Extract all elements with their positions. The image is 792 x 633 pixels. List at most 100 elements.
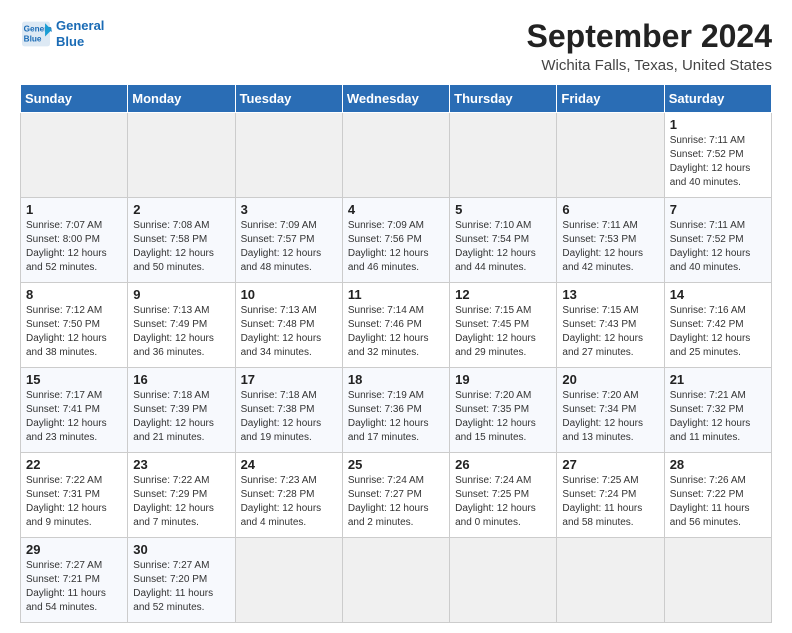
calendar-cell: 4Sunrise: 7:09 AM Sunset: 7:56 PM Daylig…	[342, 198, 449, 283]
calendar-cell	[235, 113, 342, 198]
day-info: Sunrise: 7:09 AM Sunset: 7:57 PM Dayligh…	[241, 219, 337, 275]
day-info: Sunrise: 7:26 AM Sunset: 7:22 PM Dayligh…	[670, 474, 766, 530]
day-number: 19	[455, 372, 551, 387]
day-info: Sunrise: 7:19 AM Sunset: 7:36 PM Dayligh…	[348, 389, 444, 445]
calendar-cell: 24 Sunrise: 7:23 AM Sunset: 7:28 PM Dayli…	[235, 453, 342, 538]
calendar-cell: 3 Sunrise: 7:09 AM Sunset: 7:57 PM Daylig…	[235, 198, 342, 283]
calendar-cell: 22 Sunrise: 7:22 AM Sunset: 7:31 PM Dayli…	[21, 453, 128, 538]
day-info: Sunrise: 7:07 AM Sunset: 8:00 PM Dayligh…	[26, 219, 122, 275]
calendar-cell	[664, 538, 771, 623]
day-number: 1	[670, 117, 766, 132]
day-number: 27	[562, 457, 658, 472]
day-number: 22	[26, 457, 122, 472]
day-number: 4	[348, 202, 444, 217]
calendar-cell: 15Sunrise: 7:17 AM Sunset: 7:41 PM Dayli…	[21, 368, 128, 453]
logo-line1: General	[56, 18, 104, 33]
calendar-cell: 23 Sunrise: 7:22 AM Sunset: 7:29 PM Dayli…	[128, 453, 235, 538]
day-number: 3	[241, 202, 337, 217]
location-title: Wichita Falls, Texas, United States	[527, 57, 772, 74]
day-number: 14	[670, 287, 766, 302]
month-title: September 2024	[527, 18, 772, 55]
day-info: Sunrise: 7:18 AM Sunset: 7:38 PM Dayligh…	[241, 389, 337, 445]
calendar-cell	[21, 113, 128, 198]
calendar-header-row: SundayMondayTuesdayWednesdayThursdayFrid…	[21, 85, 772, 113]
day-info: Sunrise: 7:24 AM Sunset: 7:25 PM Dayligh…	[455, 474, 551, 530]
day-number: 2	[133, 202, 229, 217]
day-info: Sunrise: 7:20 AM Sunset: 7:34 PM Dayligh…	[562, 389, 658, 445]
day-number: 28	[670, 457, 766, 472]
calendar-cell: 30 Sunrise: 7:27 AM Sunset: 7:20 PM Dayli…	[128, 538, 235, 623]
day-number: 16	[133, 372, 229, 387]
day-number: 21	[670, 372, 766, 387]
calendar-header-monday: Monday	[128, 85, 235, 113]
day-info: Sunrise: 7:13 AM Sunset: 7:48 PM Dayligh…	[241, 304, 337, 360]
calendar-cell: 20 Sunrise: 7:20 AM Sunset: 7:34 PM Dayli…	[557, 368, 664, 453]
calendar-header-friday: Friday	[557, 85, 664, 113]
calendar-week-row: 8 Sunrise: 7:12 AM Sunset: 7:50 PM Daylig…	[21, 283, 772, 368]
day-info: Sunrise: 7:22 AM Sunset: 7:31 PM Dayligh…	[26, 474, 122, 530]
calendar-cell: 26Sunrise: 7:24 AM Sunset: 7:25 PM Dayli…	[450, 453, 557, 538]
day-info: Sunrise: 7:11 AM Sunset: 7:53 PM Dayligh…	[562, 219, 658, 275]
logo-line2: Blue	[56, 34, 84, 49]
day-info: Sunrise: 7:12 AM Sunset: 7:50 PM Dayligh…	[26, 304, 122, 360]
day-number: 18	[348, 372, 444, 387]
calendar-cell: 11Sunrise: 7:14 AM Sunset: 7:46 PM Dayli…	[342, 283, 449, 368]
day-number: 15	[26, 372, 122, 387]
calendar-week-row: 15Sunrise: 7:17 AM Sunset: 7:41 PM Dayli…	[21, 368, 772, 453]
day-number: 29	[26, 542, 122, 557]
calendar-cell	[450, 538, 557, 623]
day-number: 23	[133, 457, 229, 472]
header: General Blue General Blue September 2024…	[20, 18, 772, 74]
day-number: 6	[562, 202, 658, 217]
calendar-cell: 27 Sunrise: 7:25 AM Sunset: 7:24 PM Dayli…	[557, 453, 664, 538]
calendar-cell	[450, 113, 557, 198]
day-number: 24	[241, 457, 337, 472]
calendar-table: SundayMondayTuesdayWednesdayThursdayFrid…	[20, 84, 772, 623]
calendar-header-tuesday: Tuesday	[235, 85, 342, 113]
day-number: 11	[348, 287, 444, 302]
day-number: 25	[348, 457, 444, 472]
day-info: Sunrise: 7:13 AM Sunset: 7:49 PM Dayligh…	[133, 304, 229, 360]
calendar-header-thursday: Thursday	[450, 85, 557, 113]
day-info: Sunrise: 7:23 AM Sunset: 7:28 PM Dayligh…	[241, 474, 337, 530]
calendar-cell: 13Sunrise: 7:15 AM Sunset: 7:43 PM Dayli…	[557, 283, 664, 368]
calendar-cell: 14 Sunrise: 7:16 AM Sunset: 7:42 PM Dayli…	[664, 283, 771, 368]
day-number: 30	[133, 542, 229, 557]
calendar-cell	[128, 113, 235, 198]
calendar-cell: 16Sunrise: 7:18 AM Sunset: 7:39 PM Dayli…	[128, 368, 235, 453]
day-number: 9	[133, 287, 229, 302]
calendar-cell	[557, 538, 664, 623]
calendar-cell: 12Sunrise: 7:15 AM Sunset: 7:45 PM Dayli…	[450, 283, 557, 368]
calendar-cell: 8 Sunrise: 7:12 AM Sunset: 7:50 PM Daylig…	[21, 283, 128, 368]
day-number: 1	[26, 202, 122, 217]
calendar-cell: 1 Sunrise: 7:11 AM Sunset: 7:52 PM Daylig…	[664, 113, 771, 198]
calendar-week-row: 1 Sunrise: 7:07 AM Sunset: 8:00 PM Daylig…	[21, 198, 772, 283]
day-number: 10	[241, 287, 337, 302]
calendar-cell: 5 Sunrise: 7:10 AM Sunset: 7:54 PM Daylig…	[450, 198, 557, 283]
day-number: 13	[562, 287, 658, 302]
day-number: 5	[455, 202, 551, 217]
calendar-cell	[557, 113, 664, 198]
day-info: Sunrise: 7:16 AM Sunset: 7:42 PM Dayligh…	[670, 304, 766, 360]
day-number: 8	[26, 287, 122, 302]
title-block: September 2024 Wichita Falls, Texas, Uni…	[527, 18, 772, 74]
day-number: 20	[562, 372, 658, 387]
calendar-cell: 19 Sunrise: 7:20 AM Sunset: 7:35 PM Dayli…	[450, 368, 557, 453]
day-info: Sunrise: 7:27 AM Sunset: 7:20 PM Dayligh…	[133, 559, 229, 615]
calendar-cell: 10 Sunrise: 7:13 AM Sunset: 7:48 PM Dayli…	[235, 283, 342, 368]
day-number: 7	[670, 202, 766, 217]
day-info: Sunrise: 7:10 AM Sunset: 7:54 PM Dayligh…	[455, 219, 551, 275]
day-info: Sunrise: 7:21 AM Sunset: 7:32 PM Dayligh…	[670, 389, 766, 445]
calendar-cell: 17Sunrise: 7:18 AM Sunset: 7:38 PM Dayli…	[235, 368, 342, 453]
day-info: Sunrise: 7:08 AM Sunset: 7:58 PM Dayligh…	[133, 219, 229, 275]
calendar-cell: 18 Sunrise: 7:19 AM Sunset: 7:36 PM Dayli…	[342, 368, 449, 453]
logo: General Blue General Blue	[20, 18, 104, 49]
day-number: 12	[455, 287, 551, 302]
day-info: Sunrise: 7:20 AM Sunset: 7:35 PM Dayligh…	[455, 389, 551, 445]
day-info: Sunrise: 7:25 AM Sunset: 7:24 PM Dayligh…	[562, 474, 658, 530]
day-info: Sunrise: 7:11 AM Sunset: 7:52 PM Dayligh…	[670, 134, 766, 190]
calendar-cell: 25 Sunrise: 7:24 AM Sunset: 7:27 PM Dayli…	[342, 453, 449, 538]
calendar-cell	[342, 113, 449, 198]
day-info: Sunrise: 7:24 AM Sunset: 7:27 PM Dayligh…	[348, 474, 444, 530]
day-info: Sunrise: 7:22 AM Sunset: 7:29 PM Dayligh…	[133, 474, 229, 530]
